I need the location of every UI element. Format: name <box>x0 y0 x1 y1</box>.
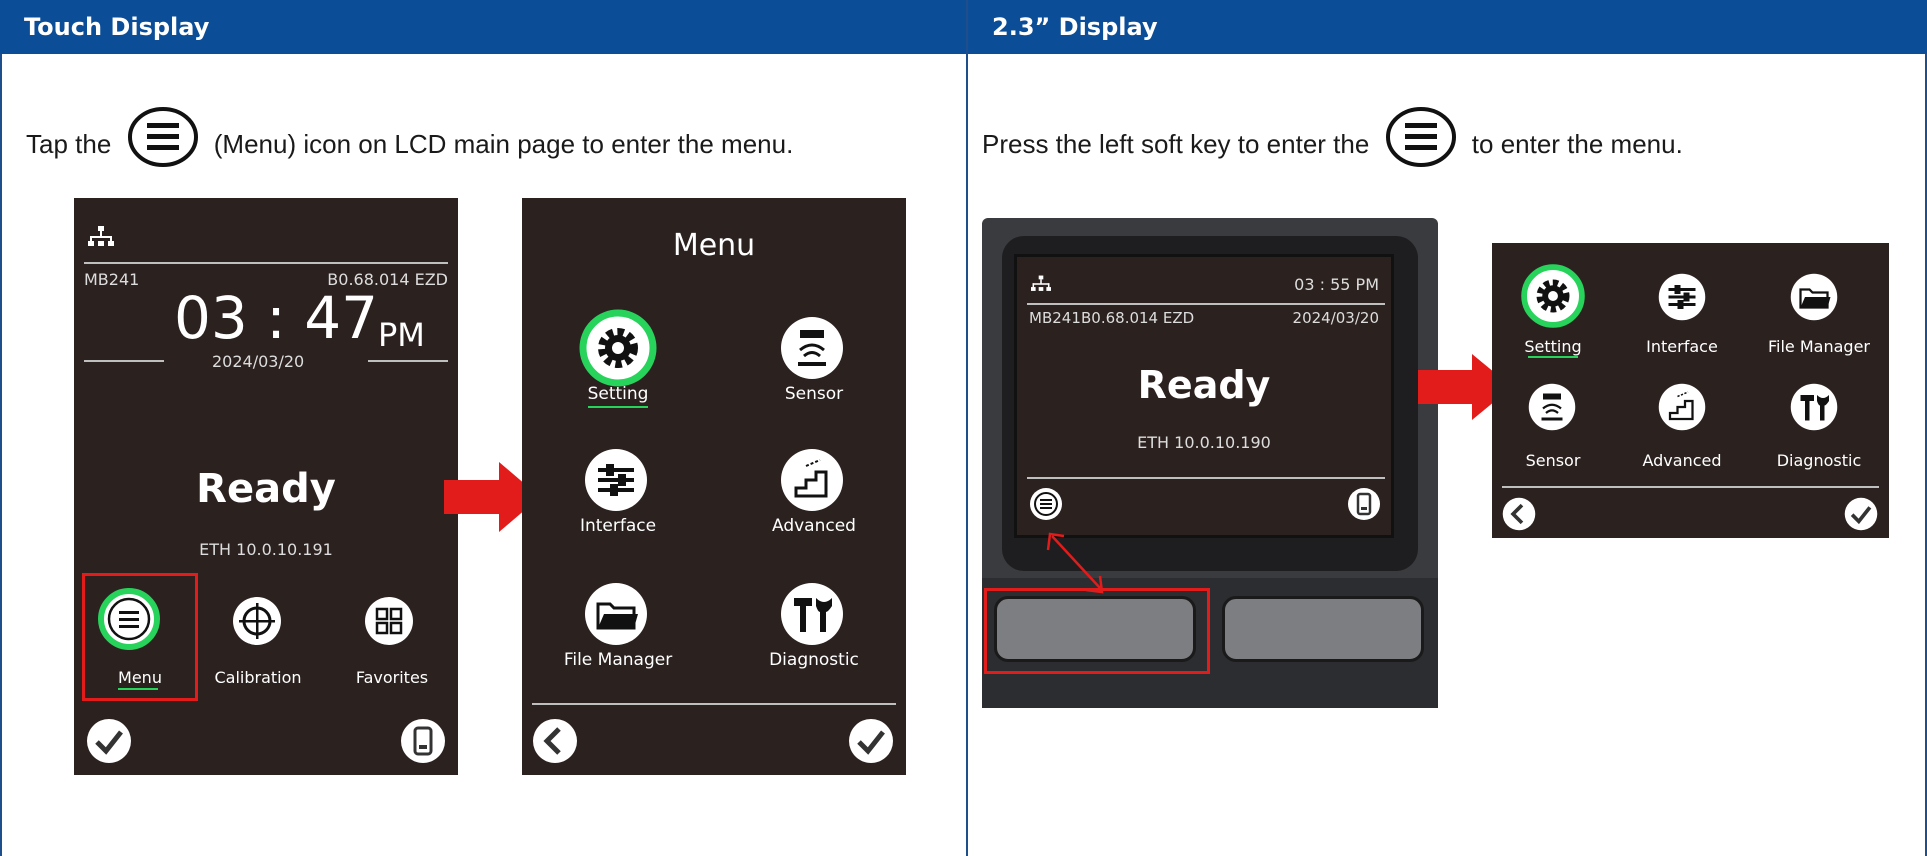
diagnostic-icon[interactable] <box>1790 383 1838 431</box>
touch-menu-setting[interactable]: Setting <box>558 384 678 404</box>
setting-icon[interactable] <box>578 308 658 388</box>
date-label: 2024/03/20 <box>212 352 305 371</box>
interface-icon[interactable] <box>1658 273 1706 321</box>
touch-menu-sensor[interactable]: Sensor <box>754 384 874 404</box>
divider <box>368 360 448 362</box>
printer-panel: 03 : 55 PM MB241 B0.68.014 EZD 2024/03/2… <box>982 218 1438 708</box>
menu-title: Menu <box>672 228 756 263</box>
divider <box>1502 486 1879 488</box>
menu-icon <box>1385 106 1457 182</box>
network-icon <box>88 226 114 246</box>
small-ip: ETH 10.0.10.190 <box>1137 433 1271 452</box>
menu-underline <box>118 688 158 690</box>
time-display: 03 : 47 <box>174 284 379 352</box>
left-key-highlight-box <box>984 588 1210 674</box>
sensor-icon[interactable] <box>1528 383 1576 431</box>
divider <box>84 262 448 264</box>
calibration-icon[interactable] <box>232 596 282 646</box>
back-icon[interactable] <box>1502 497 1536 531</box>
ampm-label: PM <box>378 316 425 354</box>
left-instruction: Tap the (Menu) icon on LCD main page to … <box>26 106 793 182</box>
small-menu-setting[interactable]: Setting <box>1498 337 1608 356</box>
setting-underline <box>1528 356 1578 358</box>
touch-menu-diagnostic[interactable]: Diagnostic <box>754 650 874 670</box>
right-soft-key[interactable] <box>1222 596 1424 662</box>
device-icon[interactable] <box>1347 487 1381 521</box>
right-instruction-before: Press the left soft key to enter the <box>982 129 1370 159</box>
sensor-icon[interactable] <box>780 316 844 380</box>
small-menu-sensor[interactable]: Sensor <box>1498 451 1608 470</box>
network-icon <box>1031 275 1051 291</box>
small-menu-diagnostic[interactable]: Diagnostic <box>1754 451 1884 470</box>
menu-icon <box>127 106 199 182</box>
small-menu-interface[interactable]: Interface <box>1622 337 1742 356</box>
header-23-display: 2.3” Display <box>968 0 1927 54</box>
device-icon[interactable] <box>400 718 446 764</box>
advanced-icon[interactable] <box>1658 383 1706 431</box>
small-menu-advanced[interactable]: Advanced <box>1622 451 1742 470</box>
menu-icon[interactable] <box>98 588 160 650</box>
left-instruction-after: (Menu) icon on LCD main page to enter th… <box>213 129 794 159</box>
right-instruction-after: to enter the menu. <box>1471 129 1683 159</box>
advanced-icon[interactable] <box>780 448 844 512</box>
touch-menu-advanced[interactable]: Advanced <box>754 516 874 536</box>
touch-item-menu[interactable]: Menu <box>82 668 198 687</box>
small-model: MB241 <box>1029 309 1081 327</box>
small-firmware: B0.68.014 EZD <box>1081 309 1195 327</box>
ip-label: ETH 10.0.10.191 <box>199 540 333 559</box>
touch-item-favorites[interactable]: Favorites <box>334 668 450 687</box>
double-arrow-icon <box>1046 532 1104 594</box>
small-date: 2024/03/20 <box>1292 309 1379 327</box>
setting-underline <box>588 406 648 408</box>
divider <box>1027 303 1385 305</box>
diagnostic-icon[interactable] <box>780 582 844 646</box>
menu-icon[interactable] <box>1029 487 1063 521</box>
touch-main-screen: MB241 B0.68.014 EZD 03 : 47 PM 2024/03/2… <box>74 198 458 775</box>
back-icon[interactable] <box>532 718 578 764</box>
check-icon[interactable] <box>86 718 132 764</box>
column-divider <box>966 0 968 856</box>
divider <box>532 703 896 705</box>
interface-icon[interactable] <box>584 448 648 512</box>
check-icon[interactable] <box>848 718 894 764</box>
right-instruction: Press the left soft key to enter the to … <box>982 106 1683 182</box>
touch-item-calibration[interactable]: Calibration <box>198 668 318 687</box>
setting-icon[interactable] <box>1520 263 1586 329</box>
small-status: Ready <box>1137 363 1271 407</box>
header-touch-display: Touch Display <box>0 0 966 54</box>
small-menu-file-manager[interactable]: File Manager <box>1754 337 1884 356</box>
small-menu-screen: Setting Interface File Manager Sensor Ad… <box>1492 243 1889 538</box>
touch-menu-screen: Menu Setting Sensor Interface Advanced F… <box>522 198 906 775</box>
small-time: 03 : 55 PM <box>1294 275 1379 294</box>
check-icon[interactable] <box>1844 497 1878 531</box>
left-instruction-before: Tap the <box>26 129 112 159</box>
model-label: MB241 <box>84 270 140 289</box>
folder-icon[interactable] <box>1790 273 1838 321</box>
small-main-screen: 03 : 55 PM MB241 B0.68.014 EZD 2024/03/2… <box>1014 254 1394 538</box>
divider <box>1027 477 1385 479</box>
divider <box>84 360 164 362</box>
touch-menu-file-manager[interactable]: File Manager <box>538 650 698 670</box>
status-label: Ready <box>196 466 336 512</box>
folder-icon[interactable] <box>584 582 648 646</box>
favorites-icon[interactable] <box>364 596 414 646</box>
touch-menu-interface[interactable]: Interface <box>558 516 678 536</box>
